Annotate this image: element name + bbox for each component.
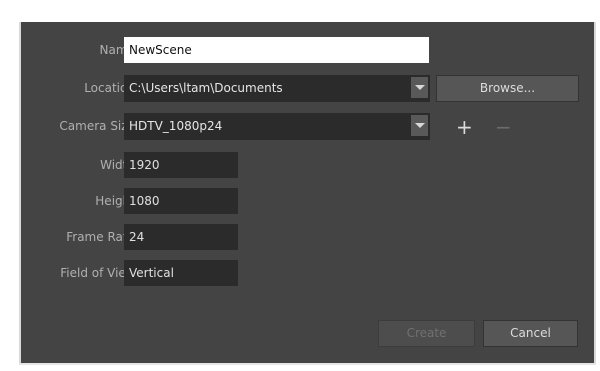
field-of-view-field[interactable]: Vertical [124,260,238,286]
name-label-cell: Name: [21,37,139,63]
browse-button[interactable]: Browse... [436,75,579,102]
cancel-button[interactable]: Cancel [483,320,578,347]
height-field[interactable]: 1080 [124,188,238,214]
chevron-down-icon [414,123,425,128]
location-dropdown[interactable]: C:\Users\ltam\Documents [124,75,430,102]
height-label-cell: Height: [21,188,139,214]
camera-size-label-cell: Camera Size: [21,113,139,140]
minus-icon[interactable]: − [495,117,512,137]
camera-size-dropdown-button[interactable] [411,115,428,136]
name-field[interactable]: NewScene [124,37,429,63]
dialog-border-bottom [19,363,596,365]
dialog-border-right [594,22,596,363]
location-label-cell: Location: [21,75,139,102]
frame-rate-field[interactable]: 24 [124,224,238,250]
field-of-view-label-cell: Field of View: [21,260,139,286]
width-field[interactable]: 1920 [124,152,238,178]
location-value: C:\Users\ltam\Documents [129,81,283,95]
frame-rate-label-cell: Frame Rate: [21,224,139,250]
width-label-cell: Width: [21,152,139,178]
plus-icon[interactable]: + [456,117,473,137]
chevron-down-icon [414,85,425,90]
new-scene-dialog: Name: NewScene Location: C:\Users\ltam\D… [21,22,594,363]
create-button[interactable]: Create [378,320,475,347]
location-dropdown-button[interactable] [411,77,428,98]
camera-size-value: HDTV_1080p24 [129,119,223,133]
camera-size-dropdown[interactable]: HDTV_1080p24 [124,113,430,140]
